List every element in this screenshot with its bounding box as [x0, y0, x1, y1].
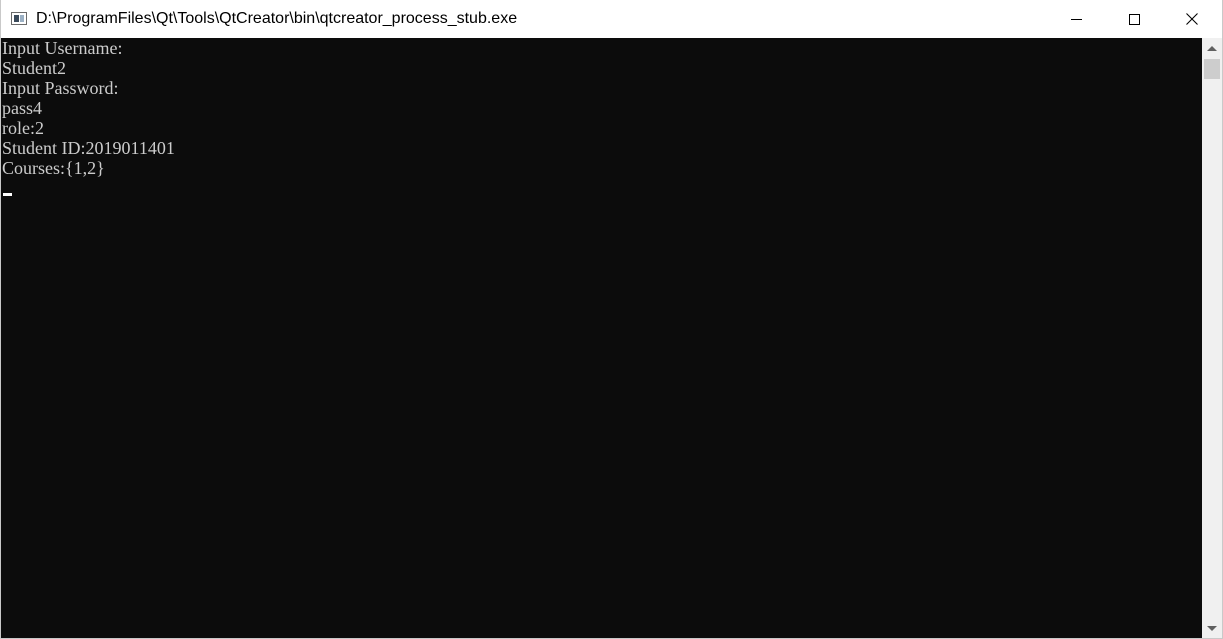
scroll-down-arrow-icon [1207, 625, 1217, 631]
scroll-up-arrow-icon [1207, 45, 1217, 51]
maximize-button[interactable] [1105, 0, 1163, 38]
window-title: D:\ProgramFiles\Qt\Tools\QtCreator\bin\q… [36, 10, 518, 27]
close-icon [1186, 13, 1198, 25]
console-line: Input Username: [2, 38, 123, 58]
console-line: Student2 [2, 58, 67, 78]
vertical-scrollbar[interactable] [1202, 38, 1222, 638]
console-line: Input Password: [2, 78, 119, 98]
console-line: role:2 [2, 118, 44, 138]
minimize-button[interactable] [1047, 0, 1105, 38]
close-button[interactable] [1163, 0, 1221, 38]
scroll-down-button[interactable] [1202, 618, 1222, 638]
minimize-icon [1070, 18, 1082, 20]
console-line: Student ID:2019011401 [2, 138, 175, 158]
scroll-up-button[interactable] [1202, 38, 1222, 58]
console-line: pass4 [2, 98, 42, 118]
scroll-thumb[interactable] [1204, 59, 1220, 79]
title-bar[interactable]: D:\ProgramFiles\Qt\Tools\QtCreator\bin\q… [1, 0, 1222, 38]
console-output[interactable]: Input Username: Student2 Input Password:… [1, 38, 1202, 638]
console-window: D:\ProgramFiles\Qt\Tools\QtCreator\bin\q… [0, 0, 1223, 639]
text-cursor [3, 193, 12, 196]
console-window-icon[interactable] [11, 12, 27, 25]
console-line: Courses:{1,2} [2, 158, 105, 178]
maximize-icon [1128, 13, 1140, 25]
